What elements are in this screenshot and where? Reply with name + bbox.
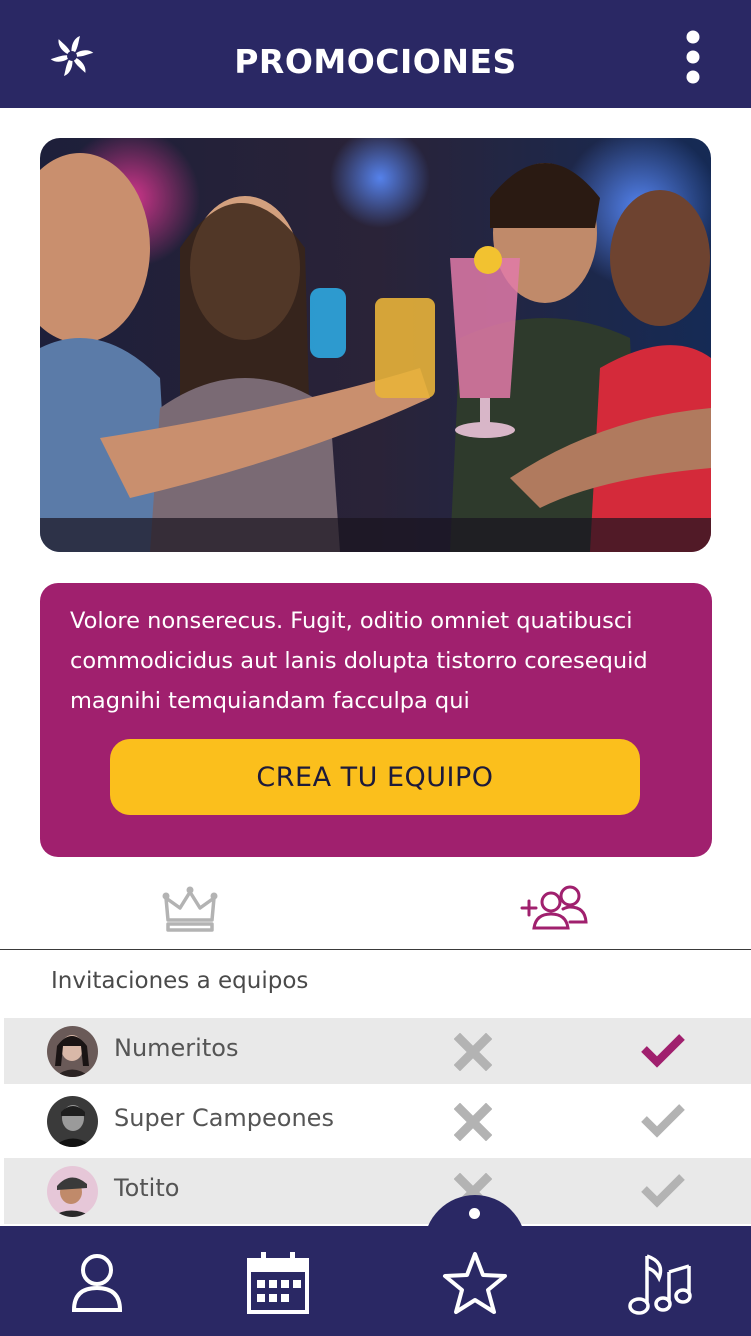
app-header: PROMOCIONES bbox=[0, 0, 751, 108]
reject-icon[interactable] bbox=[454, 1103, 492, 1141]
avatar bbox=[47, 1026, 98, 1077]
music-notes-icon[interactable] bbox=[625, 1248, 695, 1318]
active-dot bbox=[469, 1208, 480, 1219]
invitation-row: Super Campeones bbox=[4, 1088, 751, 1154]
page-title: PROMOCIONES bbox=[234, 42, 517, 81]
add-group-icon[interactable] bbox=[518, 880, 590, 936]
invitation-row: Numeritos bbox=[4, 1018, 751, 1084]
accept-check-icon[interactable] bbox=[640, 1101, 686, 1139]
calendar-icon[interactable] bbox=[243, 1248, 313, 1318]
promo-text: Volore nonserecus. Fugit, oditio omniet … bbox=[70, 608, 648, 714]
invitation-row: Totito bbox=[4, 1158, 751, 1224]
team-name: Super Campeones bbox=[114, 1104, 334, 1132]
accept-check-icon[interactable] bbox=[640, 1031, 686, 1069]
tabs-divider bbox=[0, 949, 751, 950]
crown-icon[interactable] bbox=[160, 880, 220, 936]
accept-check-icon[interactable] bbox=[640, 1171, 686, 1209]
promo-card: Volore nonserecus. Fugit, oditio omniet … bbox=[40, 583, 712, 857]
avatar bbox=[47, 1166, 98, 1217]
team-name: Numeritos bbox=[114, 1034, 239, 1062]
hero-image bbox=[40, 138, 711, 552]
bottom-nav bbox=[0, 1226, 751, 1336]
create-team-button[interactable]: CREA TU EQUIPO bbox=[110, 739, 640, 815]
avatar bbox=[47, 1096, 98, 1147]
star-icon[interactable] bbox=[440, 1248, 510, 1318]
user-icon[interactable] bbox=[62, 1248, 132, 1318]
invitations-title: Invitaciones a equipos bbox=[51, 968, 309, 994]
reject-icon[interactable] bbox=[454, 1033, 492, 1071]
kebab-menu-icon[interactable] bbox=[678, 30, 708, 84]
team-name: Totito bbox=[114, 1174, 180, 1202]
